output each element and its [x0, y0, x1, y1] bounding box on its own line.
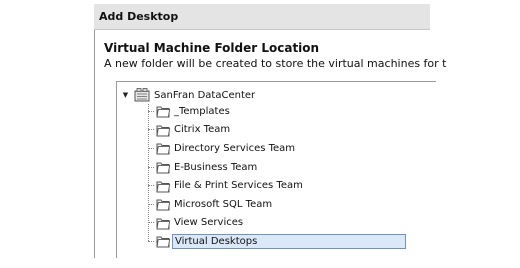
tree-connector — [148, 203, 154, 205]
tree-connector — [148, 110, 154, 112]
tree-item-folder[interactable]: _Templates — [148, 102, 418, 121]
folder-icon — [155, 215, 171, 231]
tree-connector — [148, 166, 154, 168]
dialog-titlebar: Add Desktop — [94, 4, 430, 30]
tree-item-label: File & Print Services Team — [174, 180, 303, 192]
section-description: A new folder will be created to store th… — [104, 57, 447, 70]
collapse-toggle-icon[interactable]: ▼ — [121, 91, 130, 100]
tree-item-folder[interactable]: Microsoft SQL Team — [148, 195, 418, 214]
tree-connector — [148, 222, 154, 224]
dialog-title: Add Desktop — [99, 10, 179, 23]
tree-item-label: Microsoft SQL Team — [174, 198, 273, 210]
tree-root-datacenter[interactable]: ▼ SanFran DataCenter — [121, 87, 255, 103]
tree-item-label: Citrix Team — [174, 124, 231, 136]
folder-icon — [155, 178, 171, 194]
tree-item-label: Directory Services Team — [174, 142, 296, 154]
tree-connector — [148, 129, 154, 131]
folder-icon — [155, 159, 171, 175]
section-heading: Virtual Machine Folder Location — [104, 41, 320, 55]
tree-item-folder[interactable]: Virtual Desktops — [148, 232, 418, 251]
tree-connector — [148, 185, 154, 187]
datacenter-icon — [134, 88, 150, 102]
folder-icon — [155, 140, 171, 156]
tree-item-folder[interactable]: Citrix Team — [148, 121, 418, 140]
tree-connector — [148, 147, 154, 149]
tree-item-label: E-Business Team — [174, 161, 258, 173]
tree-item-folder[interactable]: E-Business Team — [148, 158, 418, 177]
tree-item-folder[interactable]: Directory Services Team — [148, 139, 418, 158]
tree-connector — [148, 240, 154, 242]
tree-item-folder[interactable]: View Services — [148, 214, 418, 233]
folder-icon — [155, 233, 171, 249]
tree-item-label: View Services — [174, 217, 244, 229]
tree-children: _Templates Citrix Team Directory Services … — [148, 102, 418, 251]
folder-icon — [155, 196, 171, 212]
tree-item-label: Virtual Desktops — [172, 233, 406, 249]
folder-icon — [155, 122, 171, 138]
tree-root-label: SanFran DataCenter — [154, 89, 256, 101]
folder-icon — [155, 103, 171, 119]
tree-item-label: _Templates — [174, 105, 230, 117]
tree-item-folder[interactable]: File & Print Services Team — [148, 176, 418, 195]
